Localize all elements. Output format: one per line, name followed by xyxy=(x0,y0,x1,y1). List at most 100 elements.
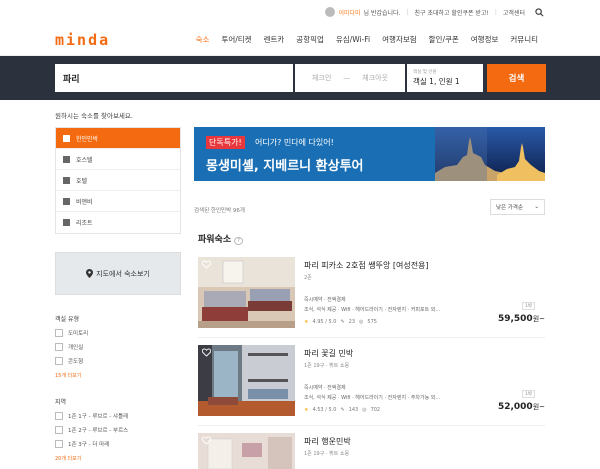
region-item[interactable]: 1존 1구 - 루브르 - 샤틀레 xyxy=(55,412,128,420)
category-item-hostel[interactable]: 호스텔 xyxy=(56,149,180,170)
divider: | xyxy=(494,8,497,16)
invite-link[interactable]: 친구 초대하고 할인쿠폰 받고! xyxy=(415,8,489,17)
nav-item-community[interactable]: 커뮤니티 xyxy=(504,34,544,45)
region-item[interactable]: 1존 3구 - 더 마레 xyxy=(55,440,109,448)
search-icon[interactable] xyxy=(535,7,544,17)
price-value: 52,000 xyxy=(497,402,533,412)
review-icon: ✎ xyxy=(340,319,345,325)
checkbox[interactable] xyxy=(55,343,63,351)
listing-photo xyxy=(198,433,295,469)
checkout-field[interactable]: 체크아웃 xyxy=(362,73,388,83)
banner-title: 몽생미셸, 지베르니 환상투어 xyxy=(206,159,364,174)
heart-icon[interactable] xyxy=(202,436,211,445)
user-name: 이미다미 xyxy=(338,9,361,17)
destination-input[interactable]: 파리 xyxy=(55,64,293,92)
home-icon xyxy=(63,134,70,142)
nav-item-stay[interactable]: 숙소 xyxy=(190,34,216,45)
category-item-minbak[interactable]: 한인민박 xyxy=(56,128,180,149)
user-greeting[interactable]: 이미다미 님 반갑습니다. xyxy=(325,7,400,17)
bnb-icon xyxy=(63,197,70,205)
review-count: 143 xyxy=(348,407,359,413)
nav-item-pickup[interactable]: 공항픽업 xyxy=(290,34,330,45)
listing-card[interactable]: 파리 피카소 2호점 쌩뚜앙 [여성전용] 2존 즉시예약 · 전액결제 조식,… xyxy=(198,257,545,328)
checkbox[interactable] xyxy=(55,440,63,448)
region-title: 지역 xyxy=(55,399,67,406)
greeting-text: 님 반갑습니다. xyxy=(363,9,401,17)
sort-select[interactable]: 낮은 가격순 ⌄ xyxy=(490,199,545,215)
star-icon: ★ xyxy=(304,407,309,413)
listing-name[interactable]: 파리 행운민박 xyxy=(304,436,351,447)
listing-card[interactable]: 파리 꽃길 민박 1존 19구 · 뷔트 쇼몽 즉시예약 · 전액결제 조식, … xyxy=(198,345,545,416)
heart-icon[interactable] xyxy=(202,260,211,269)
rating-value: 4.95 / 5.0 xyxy=(312,319,337,325)
nav-item-coupon[interactable]: 할인/쿠폰 xyxy=(423,34,465,45)
support-link[interactable]: 고객센터 xyxy=(503,8,525,17)
section-title: 파워숙소 ? xyxy=(198,232,243,245)
listing-photo xyxy=(198,257,295,328)
search-band: 파리 체크인 — 체크아웃 객실 및 인원 객실 1, 인원 1 검색 xyxy=(0,56,600,100)
nav-item-tour[interactable]: 투어/티켓 xyxy=(215,34,257,45)
category-item-bnb[interactable]: 비앤비 xyxy=(56,191,180,212)
night-badge: 1박 xyxy=(521,390,535,398)
price-unit: 원~ xyxy=(532,315,545,323)
room-type-condo[interactable]: 콘도형 xyxy=(55,357,83,365)
checkbox[interactable] xyxy=(55,412,63,420)
price-unit: 원~ xyxy=(532,403,545,411)
listing-photo xyxy=(198,345,295,416)
night-badge: 1박 xyxy=(521,302,535,310)
region-item[interactable]: 1존 2구 - 루브르 - 부르스 xyxy=(55,426,128,434)
divider: | xyxy=(406,8,409,16)
checkbox[interactable] xyxy=(55,329,63,337)
sort-value: 낮은 가격순 xyxy=(496,205,524,211)
map-view-button[interactable]: 지도에서 숙소보기 xyxy=(55,252,181,295)
view-count: 575 xyxy=(367,319,377,325)
section-title-text: 파워숙소 xyxy=(198,235,232,245)
checkin-field[interactable]: 체크인 xyxy=(312,73,331,83)
listing-amenities: 조식, 석식 제공 · Wifi · 헤어드라이기 · 전자렌지 · 주차가능 … xyxy=(304,395,441,401)
category-label: 호스텔 xyxy=(76,156,93,164)
review-icon: ✎ xyxy=(340,407,345,413)
help-icon[interactable]: ? xyxy=(234,237,243,245)
chevron-down-icon: ⌄ xyxy=(534,204,539,210)
room-type-title: 객실 유형 xyxy=(55,316,79,323)
room-type-dorm[interactable]: 도미토리 xyxy=(55,329,88,337)
search-button[interactable]: 검색 xyxy=(487,64,546,92)
star-icon: ★ xyxy=(304,319,309,325)
listing-card[interactable]: 파리 행운민박 1존 19구 · 뷔트 쇼몽 xyxy=(198,433,545,469)
guests-label: 객실 및 인원 xyxy=(413,70,437,75)
category-label: 호텔 xyxy=(76,177,88,185)
listing-name[interactable]: 파리 피카소 2호점 쌩뚜앙 [여성전용] xyxy=(304,260,429,271)
view-count: 702 xyxy=(370,407,381,413)
price-value: 59,500 xyxy=(497,314,533,324)
region-more-link[interactable]: 20개 더보기 xyxy=(55,455,81,462)
heart-icon[interactable] xyxy=(202,348,211,357)
nav-item-rentcar[interactable]: 렌트카 xyxy=(258,34,291,45)
divider xyxy=(198,425,545,426)
guests-select[interactable]: 객실 및 인원 객실 1, 인원 1 xyxy=(407,64,483,92)
listing-rating: ★ 4.53 / 5.0 ✎ 143 ◎ 702 xyxy=(304,407,380,413)
listing-amenities: 조식, 석식 제공 · Wifi · 헤어드라이기 · 전자렌지 · 커피포트 … xyxy=(304,307,441,313)
listing-rating: ★ 4.95 / 5.0 ✎ 23 ◎ 575 xyxy=(304,319,377,325)
rating-value: 4.53 / 5.0 xyxy=(312,407,337,413)
category-item-hotel[interactable]: 호텔 xyxy=(56,170,180,191)
banner-subtitle: 어디가? 민다에 다있어! xyxy=(255,138,334,147)
logo[interactable]: minda xyxy=(55,31,175,49)
date-picker[interactable]: 체크인 — 체크아웃 xyxy=(295,64,405,92)
view-icon: ◎ xyxy=(359,319,364,325)
checkbox[interactable] xyxy=(55,357,63,365)
room-type-more-link[interactable]: 15개 더보기 xyxy=(55,372,81,379)
nav-item-insurance[interactable]: 여행자보험 xyxy=(376,34,423,45)
guests-value: 객실 1, 인원 1 xyxy=(413,77,460,86)
hostel-icon xyxy=(63,155,70,163)
nav-item-usim[interactable]: 유심/Wi-Fi xyxy=(330,34,376,45)
nav-menu: 숙소 투어/티켓 렌트카 공항픽업 유심/Wi-Fi 여행자보험 할인/쿠폰 여… xyxy=(190,34,544,45)
listing-name[interactable]: 파리 꽃길 민박 xyxy=(304,348,353,359)
category-item-resort[interactable]: 리조트 xyxy=(56,212,180,233)
nav-item-info[interactable]: 여행정보 xyxy=(465,34,505,45)
checkbox[interactable] xyxy=(55,426,63,434)
listing-price: 52,000원~ xyxy=(498,402,545,412)
checkbox-label: 1존 1구 - 루브르 - 샤틀레 xyxy=(68,414,129,420)
main-nav: minda 숙소 투어/티켓 렌트카 공항픽업 유심/Wi-Fi 여행자보험 할… xyxy=(0,24,600,56)
promo-banner[interactable]: 단독특가! 어디가? 민다에 다있어! 몽생미셸, 지베르니 환상투어 xyxy=(194,127,545,181)
room-type-private[interactable]: 개인실 xyxy=(55,343,83,351)
